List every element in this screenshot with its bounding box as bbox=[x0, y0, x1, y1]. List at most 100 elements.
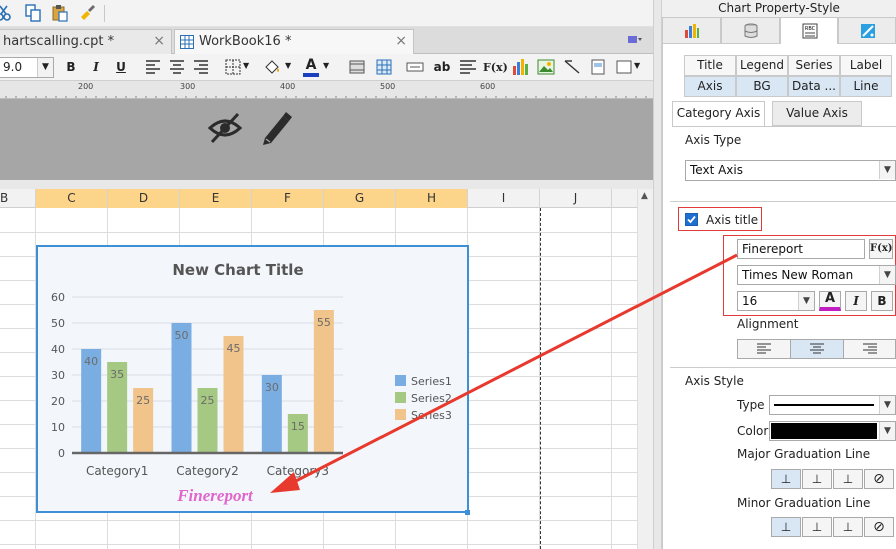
tab-label: WorkBook16 * bbox=[199, 34, 292, 49]
scroll-up-icon[interactable]: ▲ bbox=[641, 191, 648, 201]
formula-button[interactable]: F(x) bbox=[869, 239, 893, 259]
major-grad-cross-button[interactable]: ⊥ bbox=[833, 469, 863, 489]
format-painter-icon[interactable] bbox=[78, 4, 96, 22]
font-color-button[interactable]: A bbox=[819, 291, 841, 311]
tab-list-icon[interactable] bbox=[628, 34, 642, 46]
minor-graduation-label: Minor Graduation Line bbox=[737, 496, 871, 510]
chevron-down-icon[interactable]: ▼ bbox=[879, 266, 895, 284]
merge-cells-icon[interactable] bbox=[349, 60, 365, 74]
tab-data-sheet[interactable]: Data ... bbox=[788, 76, 840, 97]
font-size-select[interactable]: 16 ▼ bbox=[737, 291, 815, 311]
column-header-h[interactable]: H bbox=[396, 189, 468, 208]
column-header-b[interactable]: B bbox=[0, 189, 36, 208]
insert-chart-icon[interactable] bbox=[511, 58, 529, 76]
tab-data[interactable] bbox=[721, 17, 780, 44]
tab-chartscalling[interactable]: hartscalling.cpt * × bbox=[0, 29, 172, 54]
align-right-button[interactable] bbox=[843, 339, 896, 359]
align-center-button[interactable] bbox=[790, 339, 844, 359]
chevron-down-icon[interactable]: ▼ bbox=[285, 61, 291, 70]
axis-title-checkbox[interactable] bbox=[685, 213, 698, 226]
text-label-button[interactable]: ab bbox=[432, 57, 452, 78]
line-type-select[interactable]: ▼ bbox=[769, 395, 896, 415]
data-label: 25 bbox=[201, 394, 215, 407]
paste-icon[interactable] bbox=[51, 4, 69, 22]
fill-color-icon[interactable] bbox=[263, 59, 281, 75]
panel-splitter[interactable] bbox=[653, 0, 662, 549]
font-color-icon[interactable]: A bbox=[303, 57, 319, 77]
copy-icon[interactable] bbox=[24, 4, 42, 22]
column-header-j[interactable]: J bbox=[540, 189, 612, 208]
resize-handle[interactable] bbox=[465, 510, 470, 515]
axis-type-select[interactable]: Text Axis ▼ bbox=[685, 160, 896, 181]
axis-title-input[interactable]: Finereport bbox=[737, 239, 865, 259]
minor-grad-outside-button[interactable]: ⊥ bbox=[771, 517, 801, 537]
tab-title[interactable]: Title bbox=[684, 55, 736, 76]
chevron-down-icon[interactable]: ▼ bbox=[879, 422, 895, 440]
chevron-down-icon[interactable]: ▼ bbox=[879, 396, 895, 414]
hidden-eye-icon[interactable] bbox=[207, 111, 243, 145]
tab-workbook16[interactable]: WorkBook16 * × bbox=[174, 29, 414, 54]
bold-button[interactable]: B bbox=[871, 291, 893, 311]
align-left-icon[interactable] bbox=[145, 60, 161, 74]
tab-value-axis[interactable]: Value Axis bbox=[772, 101, 862, 126]
minor-grad-cross-button[interactable]: ⊥ bbox=[833, 517, 863, 537]
line-preview bbox=[774, 404, 874, 406]
tab-style[interactable]: RBC bbox=[780, 17, 838, 44]
italic-button[interactable]: I bbox=[87, 57, 105, 78]
major-grad-inside-button[interactable]: ⊥ bbox=[802, 469, 832, 489]
grid-icon[interactable] bbox=[376, 59, 392, 75]
font-size-select[interactable]: 9.0 ▼ bbox=[0, 57, 54, 78]
tab-effect[interactable] bbox=[838, 17, 896, 44]
widget-icon[interactable] bbox=[616, 59, 632, 75]
tab-label[interactable]: Label bbox=[840, 55, 892, 76]
chevron-down-icon[interactable]: ▼ bbox=[323, 61, 329, 70]
tab-legend[interactable]: Legend bbox=[736, 55, 788, 76]
chevron-down-icon[interactable]: ▼ bbox=[37, 58, 53, 77]
underline-button[interactable]: U bbox=[112, 57, 130, 78]
border-icon[interactable] bbox=[225, 59, 241, 75]
cut-icon[interactable] bbox=[0, 4, 12, 22]
major-grad-outside-button[interactable]: ⊥ bbox=[771, 469, 801, 489]
align-center-icon[interactable] bbox=[169, 60, 185, 74]
column-header-f[interactable]: F bbox=[252, 189, 324, 208]
italic-button[interactable]: I bbox=[845, 291, 867, 311]
major-grad-none-button[interactable]: ⊘ bbox=[864, 469, 894, 489]
close-icon[interactable]: × bbox=[395, 30, 407, 53]
chevron-down-icon[interactable]: ▼ bbox=[879, 161, 895, 179]
tab-chart-type[interactable] bbox=[662, 17, 721, 44]
vertical-scrollbar[interactable]: ▲ bbox=[637, 189, 653, 549]
align-left-button[interactable] bbox=[737, 339, 791, 359]
column-header-e[interactable]: E bbox=[180, 189, 252, 208]
bold-button[interactable]: B bbox=[62, 57, 80, 78]
tab-category-axis[interactable]: Category Axis bbox=[672, 101, 765, 126]
tab-axis[interactable]: Axis bbox=[684, 76, 736, 97]
tab-series[interactable]: Series bbox=[788, 55, 840, 76]
chevron-down-icon[interactable]: ▼ bbox=[634, 61, 640, 70]
text-field-icon[interactable] bbox=[406, 61, 424, 73]
tab-bg[interactable]: BG bbox=[736, 76, 788, 97]
tab-line[interactable]: Line bbox=[840, 76, 892, 97]
paragraph-icon[interactable] bbox=[459, 60, 477, 74]
close-icon[interactable]: × bbox=[153, 30, 165, 53]
chevron-down-icon[interactable]: ▼ bbox=[243, 61, 249, 70]
axis-title-checkbox-label: Axis title bbox=[706, 213, 759, 227]
data-icon bbox=[744, 23, 758, 38]
column-header-c[interactable]: C bbox=[36, 189, 108, 208]
chart-container[interactable]: New Chart Title 0 10 20 30 40 50 60 40 35 25 Catego… bbox=[36, 245, 469, 513]
ruler-mark: 400 bbox=[280, 82, 296, 91]
slash-icon[interactable] bbox=[563, 59, 581, 75]
font-family-select[interactable]: Times New Roman ▼ bbox=[737, 265, 896, 285]
column-header-g[interactable]: G bbox=[324, 189, 396, 208]
column-header-i[interactable]: I bbox=[468, 189, 540, 208]
cell-attribute-icon[interactable] bbox=[590, 59, 606, 75]
minor-grad-none-button[interactable]: ⊘ bbox=[864, 517, 894, 537]
minor-grad-inside-button[interactable]: ⊥ bbox=[802, 517, 832, 537]
edit-pencil-icon[interactable] bbox=[259, 110, 293, 146]
chevron-down-icon[interactable]: ▼ bbox=[798, 292, 814, 310]
line-color-select[interactable]: ▼ bbox=[769, 421, 896, 441]
grid-line bbox=[0, 520, 637, 521]
column-header-d[interactable]: D bbox=[108, 189, 180, 208]
insert-image-icon[interactable] bbox=[537, 59, 555, 75]
formula-button[interactable]: F(x) bbox=[483, 57, 508, 78]
align-right-icon[interactable] bbox=[193, 60, 209, 74]
